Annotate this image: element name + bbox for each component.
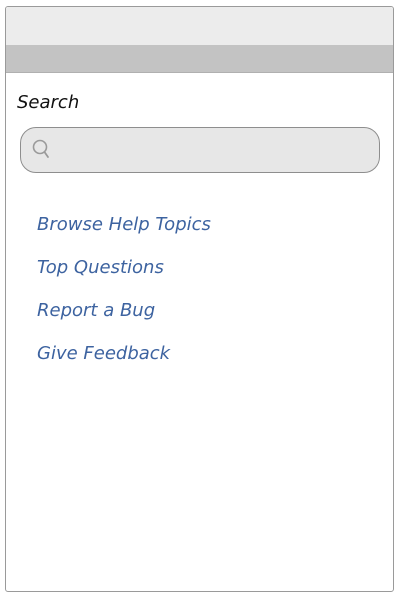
search-icon: [32, 139, 49, 158]
browse-help-topics-link[interactable]: Browse Help Topics: [37, 214, 211, 235]
status-bar: [6, 7, 393, 45]
navigation-bar: [6, 45, 393, 73]
report-bug-link[interactable]: Report a Bug: [37, 300, 155, 321]
list-item: Top Questions: [37, 253, 211, 296]
list-item: Browse Help Topics: [37, 210, 211, 253]
phone-frame: Search Browse Help Topics Top Questions …: [5, 6, 394, 592]
give-feedback-link[interactable]: Give Feedback: [37, 343, 170, 364]
search-label: Search: [17, 92, 80, 113]
search-field[interactable]: [20, 127, 380, 173]
search-input[interactable]: [61, 136, 375, 166]
help-links-list: Browse Help Topics Top Questions Report …: [37, 210, 211, 382]
list-item: Report a Bug: [37, 296, 211, 339]
list-item: Give Feedback: [37, 339, 211, 382]
top-questions-link[interactable]: Top Questions: [37, 257, 164, 278]
